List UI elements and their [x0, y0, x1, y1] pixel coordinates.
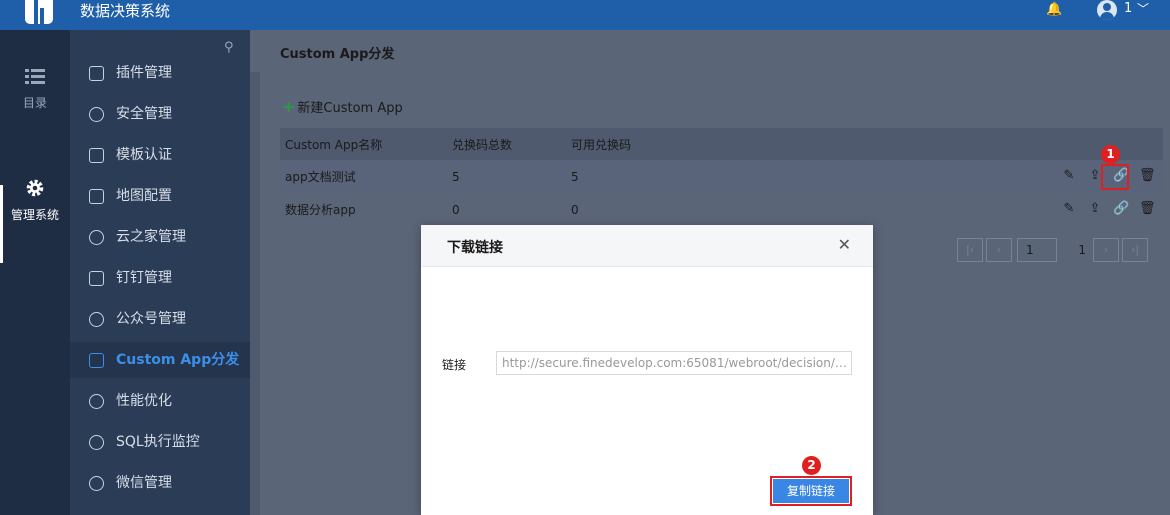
total-pages: 1 [1078, 243, 1086, 257]
close-icon[interactable]: ✕ [838, 235, 851, 254]
puzzle-icon [89, 66, 104, 81]
new-custom-app-label: 新建Custom App [297, 101, 403, 116]
row-actions: ✎ ⇪ 🔗 🗑 [1061, 201, 1156, 217]
cloud-gear-icon [89, 230, 104, 245]
logo-icon [25, 0, 53, 24]
menu-item-label: Custom App分发 [116, 352, 240, 368]
plus-icon: + [282, 97, 296, 116]
rail-item-management[interactable]: 管理系统 [0, 178, 70, 223]
rail-item-label: 目录 [22, 96, 47, 110]
menu-item-wechat[interactable]: 微信管理 [70, 465, 250, 501]
sql-monitor-icon [89, 435, 104, 450]
menu-item-security[interactable]: 安全管理 [70, 96, 250, 132]
menu-item-yunzhijia[interactable]: 云之家管理 [70, 219, 250, 255]
map-icon [89, 189, 104, 204]
top-bar: 数据决策系统 🔔 1 ﹀ [0, 0, 1170, 30]
download-link-dialog: 下载链接 ✕ 链接 http://secure.finedevelop.com:… [421, 225, 873, 515]
performance-icon [89, 394, 104, 409]
upload-icon[interactable]: ⇪ [1087, 201, 1103, 217]
menu-item-dingtalk[interactable]: 钉钉管理 [70, 260, 250, 296]
menu-item-custom-app[interactable]: Custom App分发 [70, 342, 250, 378]
custom-app-table: Custom App名称 兑换码总数 可用兑换码 app文档测试 5 5 ✎ ⇪… [280, 128, 1163, 226]
breadcrumb: Custom App分发 [250, 30, 1170, 72]
chevron-down-icon[interactable]: ﹀ [1137, 0, 1149, 17]
app-title: 数据决策系统 [80, 2, 171, 20]
menu-item-label: 云之家管理 [116, 229, 186, 245]
menu-item-plugins[interactable]: 插件管理 [70, 55, 250, 91]
dialog-title: 下载链接 [447, 240, 503, 256]
column-header-name: Custom App名称 [285, 137, 383, 152]
edit-icon[interactable]: ✎ [1061, 168, 1077, 184]
edit-icon[interactable]: ✎ [1061, 201, 1077, 217]
link-field[interactable]: http://secure.finedevelop.com:65081/webr… [496, 351, 852, 375]
pin-icon[interactable]: ⚲ [224, 40, 234, 55]
table-header: Custom App名称 兑换码总数 可用兑换码 [280, 128, 1163, 160]
menu-item-label: 钉钉管理 [116, 270, 172, 286]
dialog-header: 下载链接 ✕ [421, 225, 873, 267]
management-menu: ⚲ 插件管理 安全管理 模板认证 地图配置 云之家管理 钉钉管理 公众号管理 C… [70, 30, 250, 515]
template-icon [89, 148, 104, 163]
link-highlight-box [1101, 164, 1129, 190]
menu-item-label: 地图配置 [116, 188, 172, 204]
link-icon: 🔗 [1113, 201, 1130, 216]
cell-name: 数据分析app [285, 203, 356, 217]
avatar[interactable] [1097, 0, 1117, 20]
copy-link-button[interactable]: 复制链接 [773, 479, 849, 503]
rail-item-label: 管理系统 [10, 208, 59, 222]
cell-name: app文档测试 [285, 170, 356, 184]
menu-item-label: 安全管理 [116, 106, 172, 122]
menu-item-sql-monitor[interactable]: SQL执行监控 [70, 424, 250, 460]
menu-item-label: 模板认证 [116, 147, 172, 163]
trash-icon[interactable]: 🗑 [1139, 201, 1156, 217]
link-label: 链接 [442, 358, 467, 372]
wechat-icon [89, 476, 104, 491]
page-title: Custom App分发 [280, 47, 395, 62]
user-name[interactable]: 1 [1124, 1, 1132, 16]
rail-item-directory[interactable]: 目录 [0, 68, 70, 111]
list-icon [25, 69, 45, 84]
icon-rail: 目录 管理系统 [0, 30, 70, 515]
bell-icon[interactable]: 🔔 [1046, 2, 1062, 18]
menu-item-label: SQL执行监控 [116, 434, 200, 450]
table-row: 数据分析app 0 0 ✎ ⇪ 🔗 🗑 [280, 193, 1163, 226]
first-page-button[interactable]: |‹ [957, 238, 983, 262]
menu-item-label: 性能优化 [116, 393, 172, 409]
column-header-available: 可用兑换码 [571, 137, 632, 152]
cell-available: 5 [571, 169, 579, 184]
new-custom-app-button[interactable]: + 新建Custom App [282, 97, 403, 116]
last-page-button[interactable]: ›| [1122, 238, 1148, 262]
cell-available: 0 [571, 202, 579, 217]
step-badge-2: 2 [802, 456, 821, 475]
menu-item-template-auth[interactable]: 模板认证 [70, 137, 250, 173]
dingtalk-icon [89, 271, 104, 286]
table-row: app文档测试 5 5 ✎ ⇪ 🔗 🗑 1 [280, 145, 1163, 193]
pagination: |‹ ‹ 1 1 › ›| [957, 238, 1148, 262]
prev-page-button[interactable]: ‹ [986, 238, 1012, 262]
cell-total: 0 [452, 202, 460, 217]
menu-item-map-config[interactable]: 地图配置 [70, 178, 250, 214]
cell-total: 5 [452, 169, 460, 184]
next-page-button[interactable]: › [1093, 238, 1119, 262]
menu-item-label: 微信管理 [116, 475, 172, 491]
menu-item-performance[interactable]: 性能优化 [70, 383, 250, 419]
trash-icon[interactable]: 🗑 [1139, 168, 1156, 184]
menu-item-public-account[interactable]: 公众号管理 [70, 301, 250, 337]
step-badge-1: 1 [1101, 145, 1120, 164]
app-icon [89, 353, 104, 368]
wechat-public-icon [89, 312, 104, 327]
page-number-input[interactable]: 1 [1017, 238, 1057, 262]
column-header-total: 兑换码总数 [452, 137, 513, 152]
gear-icon [26, 179, 44, 197]
shield-icon [89, 107, 104, 122]
menu-item-label: 公众号管理 [116, 311, 186, 327]
menu-item-label: 插件管理 [116, 65, 172, 81]
